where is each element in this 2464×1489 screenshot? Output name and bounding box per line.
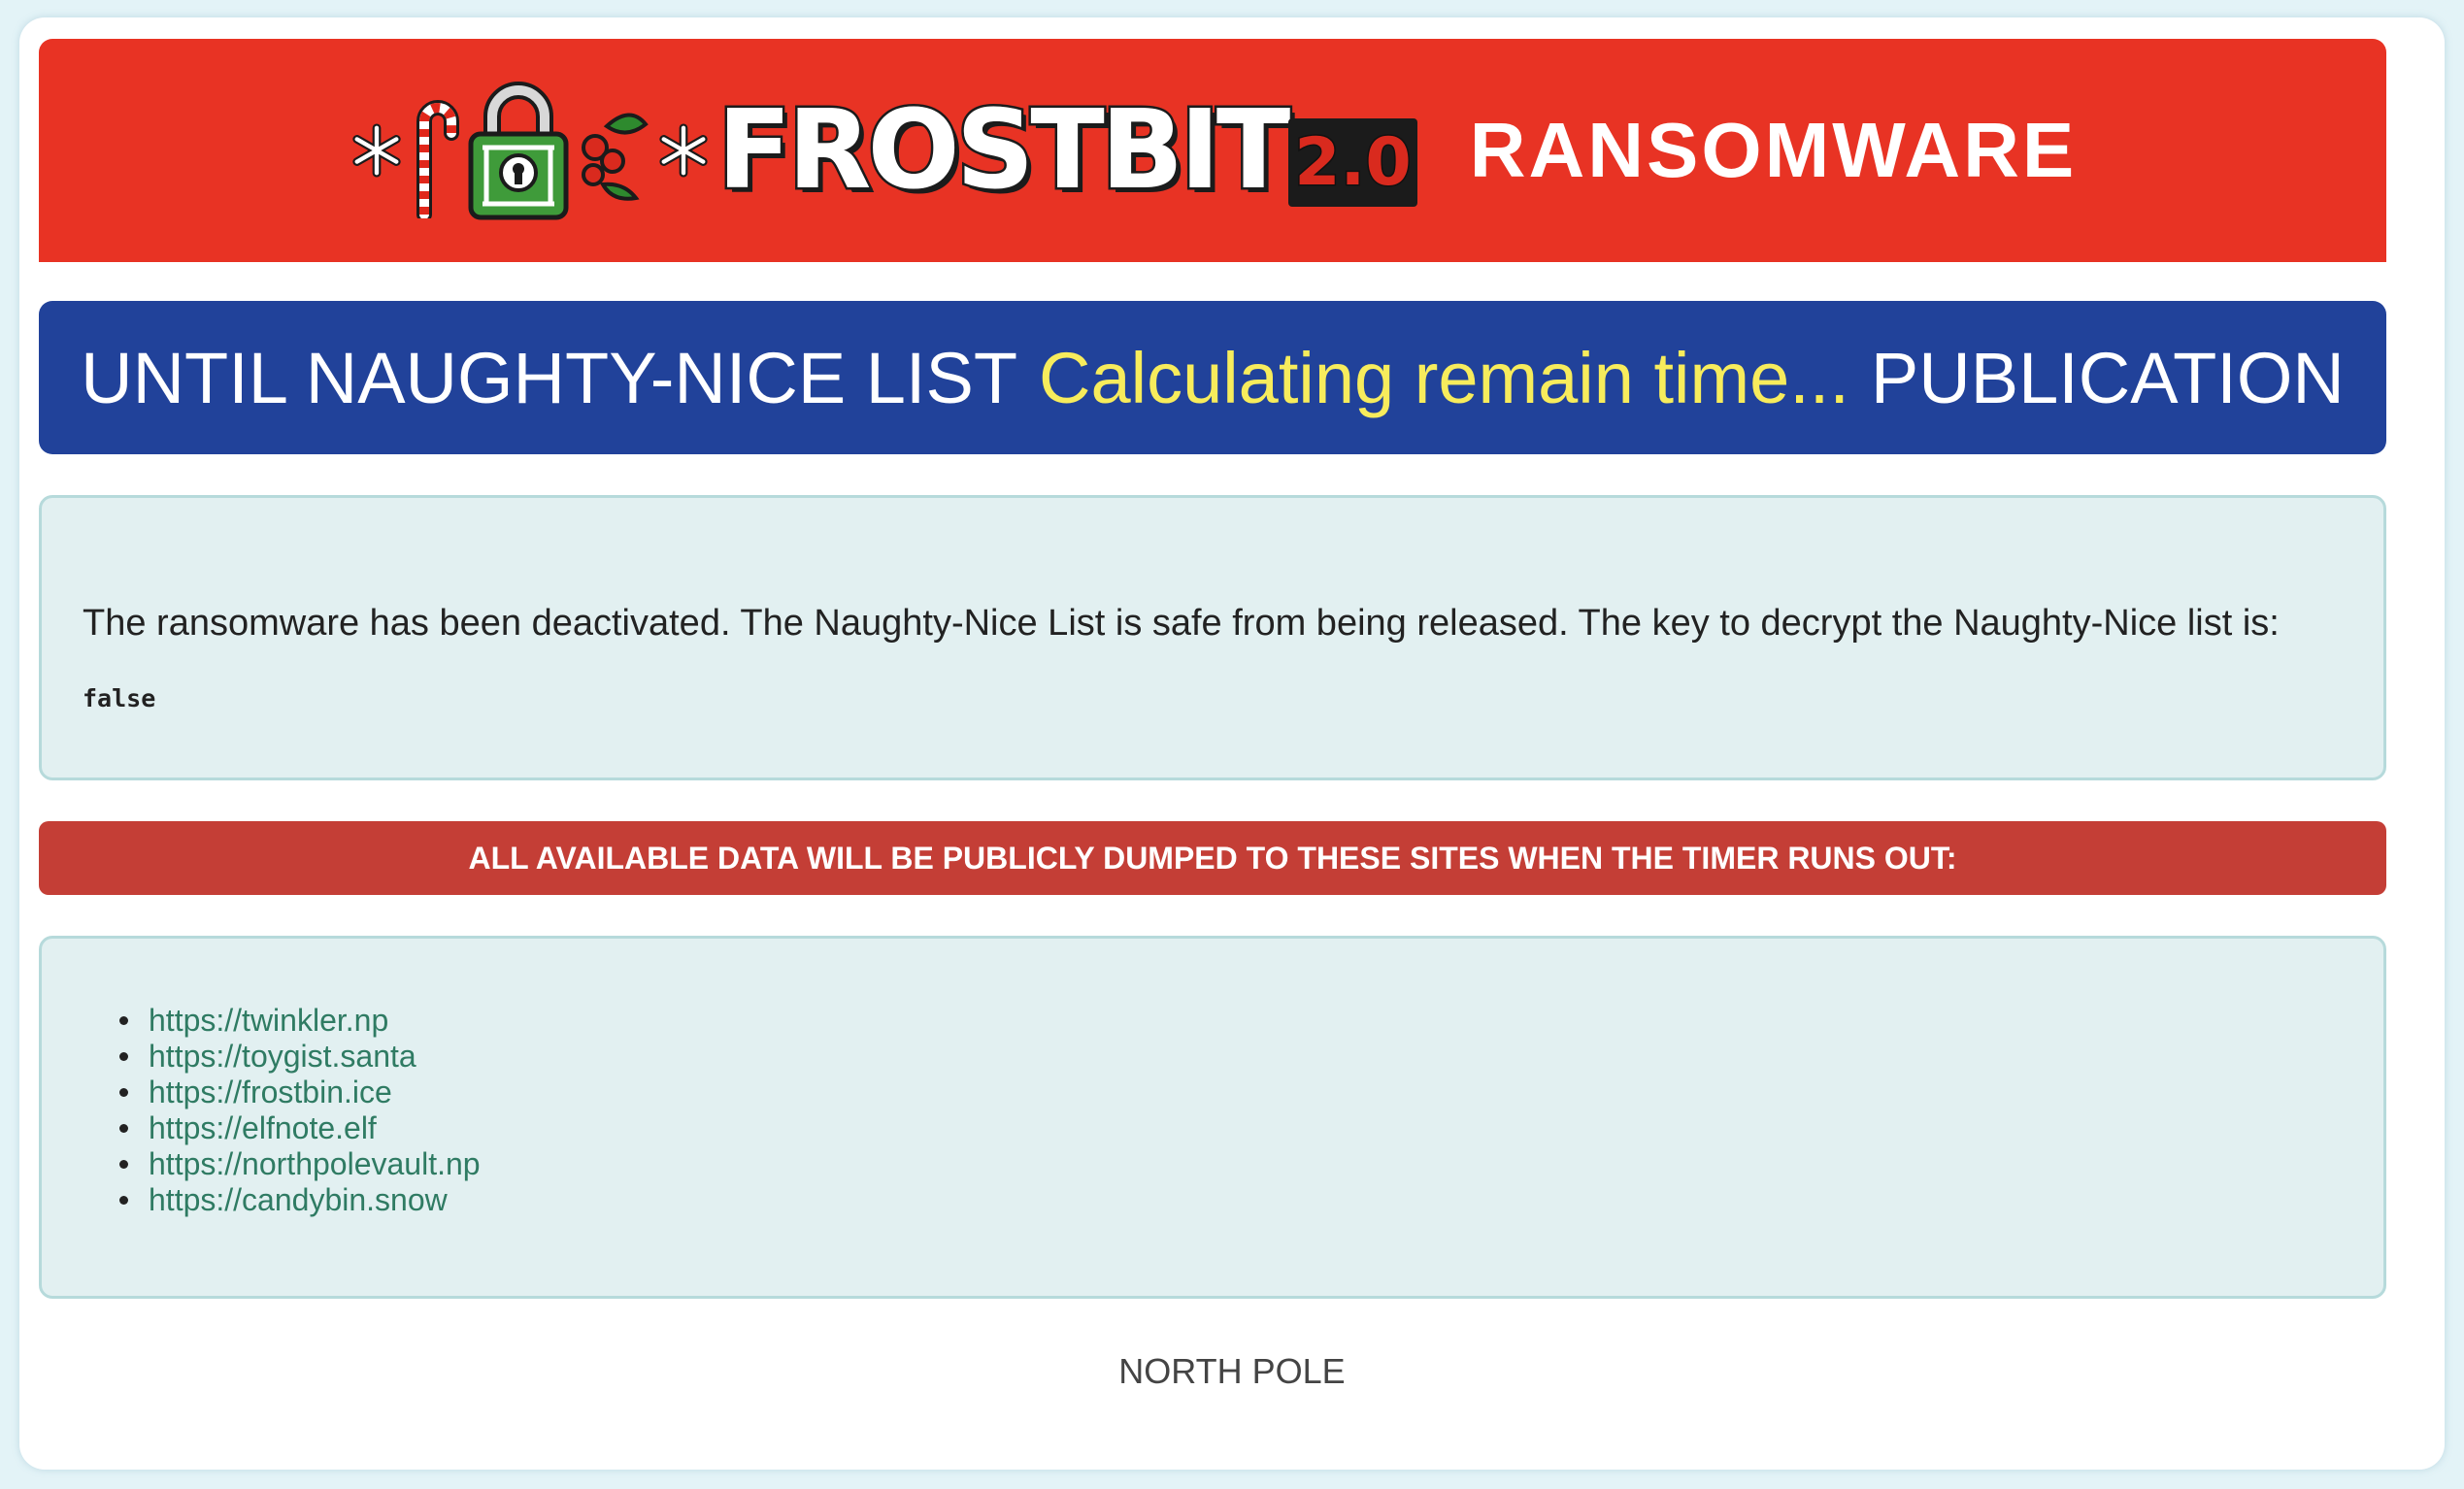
deactivation-message: The ransomware has been deactivated. The… bbox=[83, 603, 2280, 644]
site-link[interactable]: https://frostbin.ice bbox=[149, 1075, 392, 1110]
list-item: https://frostbin.ice bbox=[119, 1075, 481, 1110]
countdown-suffix: PUBLICATION bbox=[1870, 337, 2345, 418]
countdown-banner: UNTIL NAUGHTY-NICE LIST Calculating rema… bbox=[39, 301, 2386, 454]
frostbit-logo: FROSTBIT 2.0 bbox=[349, 73, 1417, 228]
logo-text: FROSTBIT bbox=[715, 85, 1292, 216]
sites-list: https://twinkler.np https://toygist.sant… bbox=[119, 1003, 481, 1218]
snowflake-icon bbox=[352, 123, 401, 178]
bullet-icon bbox=[119, 1196, 128, 1205]
bullet-icon bbox=[119, 1052, 128, 1061]
list-item: https://elfnote.elf bbox=[119, 1110, 481, 1146]
header-title: RANSOMWARE bbox=[1469, 107, 2078, 193]
list-item: https://twinkler.np bbox=[119, 1003, 481, 1039]
bullet-icon bbox=[119, 1016, 128, 1025]
header-banner: FROSTBIT 2.0 RANSOMWARE bbox=[39, 39, 2386, 262]
site-link[interactable]: https://twinkler.np bbox=[149, 1003, 388, 1039]
site-link[interactable]: https://candybin.snow bbox=[149, 1182, 448, 1218]
site-link[interactable]: https://elfnote.elf bbox=[149, 1110, 377, 1146]
snowflake-icon bbox=[659, 123, 708, 178]
decryption-key: false bbox=[83, 684, 156, 712]
list-item: https://candybin.snow bbox=[119, 1182, 481, 1218]
list-item: https://northpolevault.np bbox=[119, 1146, 481, 1182]
message-panel: The ransomware has been deactivated. The… bbox=[39, 495, 2386, 780]
site-link[interactable]: https://northpolevault.np bbox=[149, 1146, 481, 1182]
logo-art bbox=[349, 78, 712, 223]
bullet-icon bbox=[119, 1088, 128, 1097]
sites-panel: https://twinkler.np https://toygist.sant… bbox=[39, 936, 2386, 1299]
footer-text: NORTH POLE bbox=[1118, 1351, 1346, 1391]
holly-icon bbox=[581, 113, 649, 201]
countdown-prefix: UNTIL NAUGHTY-NICE LIST bbox=[81, 337, 1018, 418]
list-item: https://toygist.santa bbox=[119, 1039, 481, 1075]
padlock-icon bbox=[468, 82, 569, 220]
warning-text: ALL AVAILABLE DATA WILL BE PUBLICLY DUMP… bbox=[468, 840, 1957, 876]
site-link[interactable]: https://toygist.santa bbox=[149, 1039, 416, 1075]
bullet-icon bbox=[119, 1160, 128, 1169]
warning-banner: ALL AVAILABLE DATA WILL BE PUBLICLY DUMP… bbox=[39, 821, 2386, 895]
logo-version: 2.0 bbox=[1288, 118, 1417, 207]
bullet-icon bbox=[119, 1124, 128, 1133]
countdown-timer: Calculating remain time... bbox=[1039, 337, 1849, 418]
candy-cane-icon bbox=[416, 100, 459, 218]
